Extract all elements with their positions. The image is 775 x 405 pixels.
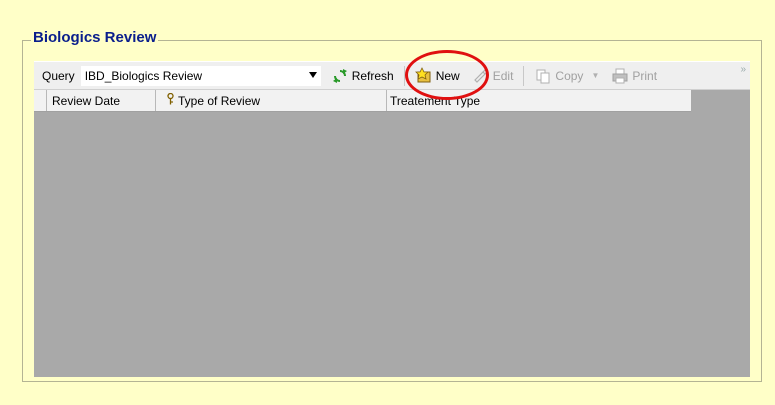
grid-header: Review Date Type of Review Treatement Ty… [34, 90, 691, 112]
copy-button[interactable]: Copy ▼ [532, 65, 601, 87]
chevron-down-icon[interactable] [308, 71, 317, 78]
panel-title: Biologics Review [31, 29, 159, 46]
toolbar-overflow-icon[interactable]: » [740, 64, 746, 75]
new-record-icon [414, 66, 433, 85]
print-label: Print [632, 68, 658, 83]
edit-label: Edit [492, 68, 514, 83]
edit-button[interactable]: Edit [470, 65, 516, 87]
column-header-label: Review Date [52, 93, 121, 108]
new-button[interactable]: New [413, 65, 462, 87]
key-icon [166, 92, 175, 108]
row-selector-header[interactable] [34, 90, 47, 111]
copy-icon [534, 67, 552, 85]
edit-icon [472, 67, 490, 85]
toolbar-divider [523, 65, 525, 86]
query-label: Query [42, 68, 75, 83]
refresh-button[interactable]: Refresh [329, 65, 396, 87]
column-header-review-date[interactable]: Review Date [47, 90, 156, 111]
refresh-label: Refresh [351, 68, 394, 83]
column-header-label: Treatement Type [390, 93, 481, 108]
refresh-icon [331, 67, 349, 85]
chevron-down-icon[interactable]: ▼ [591, 71, 599, 80]
toolbar: Query IBD_Biologics Review Refresh New E… [34, 61, 750, 90]
new-label: New [435, 68, 460, 83]
column-header-treatement-type[interactable]: Treatement Type [387, 90, 691, 111]
print-button[interactable]: Print [609, 65, 659, 87]
copy-label: Copy [555, 68, 584, 83]
query-select-value: IBD_Biologics Review [84, 68, 203, 83]
column-header-label: Type of Review [178, 93, 261, 108]
review-grid[interactable]: Review Date Type of Review Treatement Ty… [34, 90, 750, 377]
printer-icon [611, 67, 629, 85]
query-select[interactable]: IBD_Biologics Review [80, 65, 321, 86]
toolbar-divider [403, 65, 405, 86]
column-header-type-of-review[interactable]: Type of Review [156, 90, 387, 111]
